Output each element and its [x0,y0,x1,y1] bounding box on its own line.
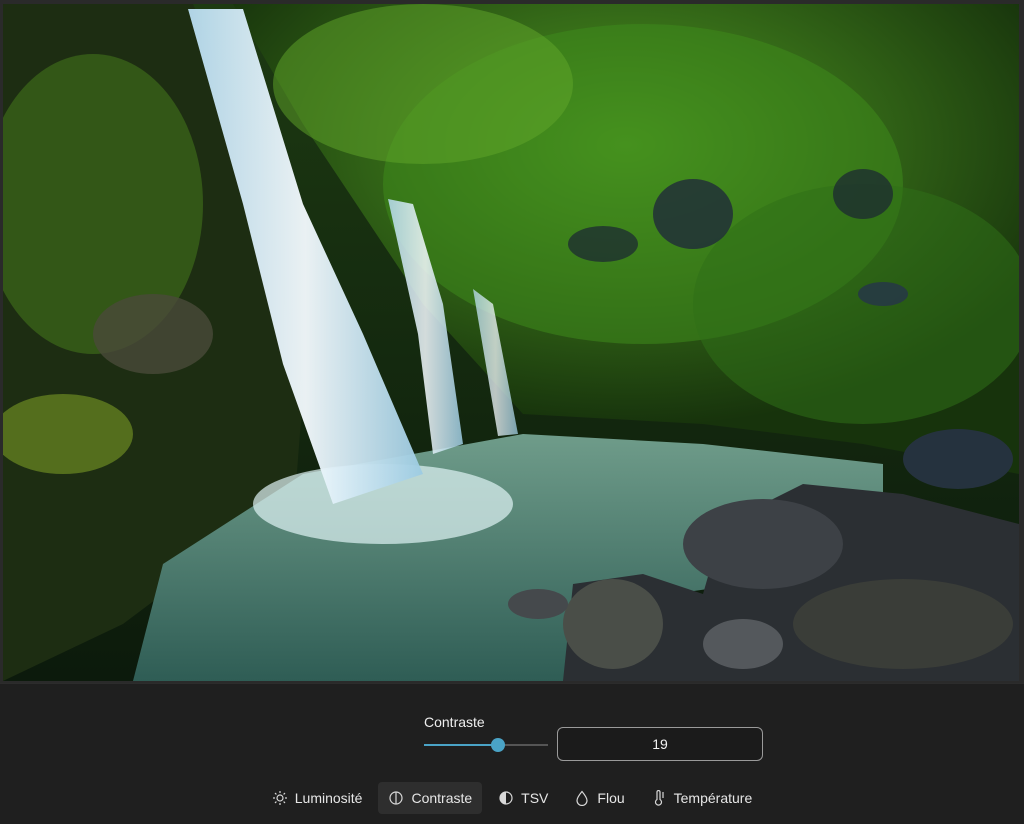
sun-icon [272,790,288,806]
tab-label: Contraste [411,790,473,806]
image-canvas [0,0,1024,683]
slider-thumb[interactable] [491,738,506,752]
tab-temperature[interactable]: Température [641,782,763,814]
tab-label: Température [673,790,753,806]
adjustment-label: Contraste [424,714,485,730]
photo-waterfall [3,4,1019,681]
tab-flou[interactable]: Flou [564,782,634,814]
droplet-icon [574,790,590,806]
contrast-slider[interactable] [424,737,548,753]
adjustment-tabs: Luminosité Contraste TSV Flou Températur… [0,782,1024,814]
tab-luminosite[interactable]: Luminosité [262,782,373,814]
contrast-icon [388,790,404,806]
hsv-icon [498,790,514,806]
tab-label: Flou [597,790,625,806]
slider-fill [424,744,499,746]
tab-label: Luminosité [294,790,363,806]
thermometer-icon [651,790,667,806]
contrast-value-input[interactable] [557,727,763,761]
tab-label: TSV [521,790,549,806]
tab-tsv[interactable]: TSV [488,782,558,814]
tab-contraste[interactable]: Contraste [378,782,483,814]
